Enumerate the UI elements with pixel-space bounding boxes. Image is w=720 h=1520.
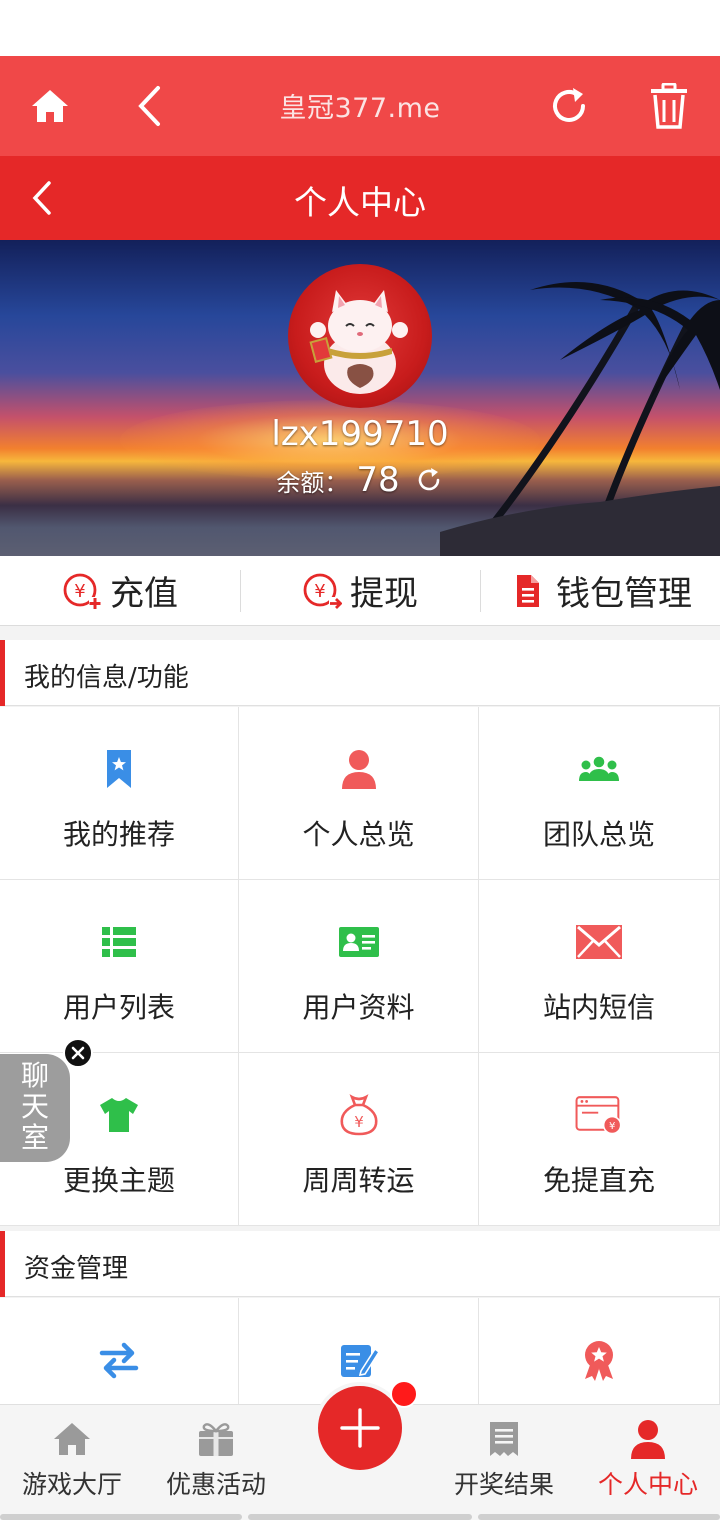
system-nav-indicator: [478, 1514, 720, 1520]
recharge-label: 充值: [110, 574, 178, 614]
wallet-action-bar: ¥ 充值 ¥ 提现 钱包管理: [0, 556, 720, 626]
svg-text:¥: ¥: [354, 1113, 364, 1131]
recharge-button[interactable]: ¥ 充值: [0, 556, 240, 625]
grid-item-personal-overview[interactable]: 个人总览: [239, 707, 479, 880]
grid-item-team-overview[interactable]: 团队总览: [479, 707, 720, 880]
grid-item-label: 个人总览: [302, 818, 415, 851]
chat-room-label: 聊天室: [20, 1059, 49, 1154]
grid-item-label: 用户列表: [62, 991, 175, 1024]
tab-promotions[interactable]: 优惠活动: [144, 1405, 288, 1520]
team-icon: [575, 745, 623, 793]
tab-label: 游戏大厅: [21, 1470, 122, 1499]
id-card-icon: [335, 918, 383, 966]
wallet-manage-button[interactable]: 钱包管理: [480, 556, 720, 625]
grid-item-label: 我的推荐: [62, 818, 175, 851]
grid-item-label: 更换主题: [62, 1164, 175, 1197]
tab-game-lobby[interactable]: 游戏大厅: [0, 1405, 144, 1520]
refresh-balance-icon[interactable]: [414, 465, 444, 495]
home-icon[interactable]: [24, 80, 76, 132]
section-funds-header: 资金管理: [0, 1231, 720, 1297]
notification-dot: [390, 1380, 418, 1408]
section-accent-bar: [0, 640, 5, 706]
section-info-header: 我的信息/功能: [0, 640, 720, 706]
section-accent-bar: [0, 1231, 5, 1297]
money-bag-icon: ¥: [335, 1091, 383, 1139]
grid-item-direct-recharge[interactable]: ¥ 免提直充: [479, 1053, 720, 1226]
status-bar: [0, 0, 720, 56]
tab-personal-center[interactable]: 个人中心: [576, 1405, 720, 1520]
document-icon: [508, 571, 548, 611]
grid-item-label: 用户资料: [302, 991, 415, 1024]
section-info-title: 我的信息/功能: [24, 663, 189, 693]
balance-row: 余额： 78: [160, 460, 560, 500]
withdraw-button[interactable]: ¥ 提现: [240, 556, 480, 625]
tshirt-icon: [95, 1091, 143, 1139]
withdraw-label: 提现: [350, 574, 418, 614]
tab-label: 个人中心: [597, 1470, 698, 1499]
grid-item-user-profile[interactable]: 用户资料: [239, 880, 479, 1053]
app-screen: 皇冠377.me 个人中心 lzx199710 余额： 78 ¥ 充值 ¥ 提现…: [0, 0, 720, 1520]
balance-value: 78: [356, 460, 400, 500]
person-icon: [626, 1417, 670, 1461]
plus-icon: [340, 1408, 380, 1448]
grid-item-label: 团队总览: [542, 818, 655, 851]
avatar[interactable]: [288, 264, 432, 408]
bookmark-star-icon: [95, 745, 143, 793]
grid-item-weekly-luck[interactable]: ¥ 周周转运: [239, 1053, 479, 1226]
svg-text:¥: ¥: [314, 581, 325, 602]
medal-icon: [575, 1336, 623, 1384]
palm-trees-silhouette: [440, 282, 720, 556]
username: lzx199710: [271, 414, 449, 454]
grid-item-label: 站内短信: [542, 991, 655, 1024]
yuan-plus-icon: ¥: [62, 571, 102, 611]
home-icon: [50, 1417, 94, 1461]
grid-item-label: 周周转运: [302, 1164, 415, 1197]
edit-form-icon: [335, 1336, 383, 1384]
grid-item-user-list[interactable]: 用户列表: [0, 880, 239, 1053]
browser-toolbar: 皇冠377.me: [0, 56, 720, 156]
header-back-icon[interactable]: [18, 172, 66, 224]
svg-text:¥: ¥: [609, 1121, 615, 1132]
wallet-manage-label: 钱包管理: [556, 574, 692, 614]
receipt-icon: [482, 1417, 526, 1461]
transfer-arrows-icon: [95, 1336, 143, 1384]
reload-icon[interactable]: [543, 80, 595, 132]
browser-yuan-icon: ¥: [575, 1091, 623, 1139]
chat-room-floating-button[interactable]: 聊天室: [0, 1054, 70, 1162]
balance-label: 余额：: [276, 468, 349, 497]
page-title: 个人中心: [294, 183, 426, 222]
grid-item-my-referral[interactable]: 我的推荐: [0, 707, 239, 880]
info-function-grid: 我的推荐 个人总览 团队总览 用户列表 用户资料 站内短信 更换主题 ¥ 周周转…: [0, 707, 720, 1226]
system-nav-indicator: [248, 1514, 472, 1520]
profile-banner: lzx199710 余额： 78: [0, 240, 720, 556]
browser-url-title: 皇冠377.me: [279, 93, 441, 124]
tab-label: 优惠活动: [165, 1470, 266, 1499]
page-header: 个人中心: [0, 156, 720, 240]
grid-item-site-messages[interactable]: 站内短信: [479, 880, 720, 1053]
svg-text:¥: ¥: [74, 581, 85, 602]
tab-label: 开奖结果: [453, 1470, 554, 1499]
tab-lottery-results[interactable]: 开奖结果: [432, 1405, 576, 1520]
trash-icon[interactable]: [643, 80, 695, 132]
yuan-out-icon: ¥: [302, 571, 342, 611]
system-nav-indicator: [0, 1514, 242, 1520]
gift-icon: [194, 1417, 238, 1461]
person-icon: [335, 745, 383, 793]
close-icon[interactable]: [63, 1038, 93, 1068]
envelope-icon: [575, 918, 623, 966]
list-icon: [95, 918, 143, 966]
section-funds-title: 资金管理: [24, 1254, 129, 1284]
grid-item-label: 免提直充: [542, 1164, 655, 1197]
